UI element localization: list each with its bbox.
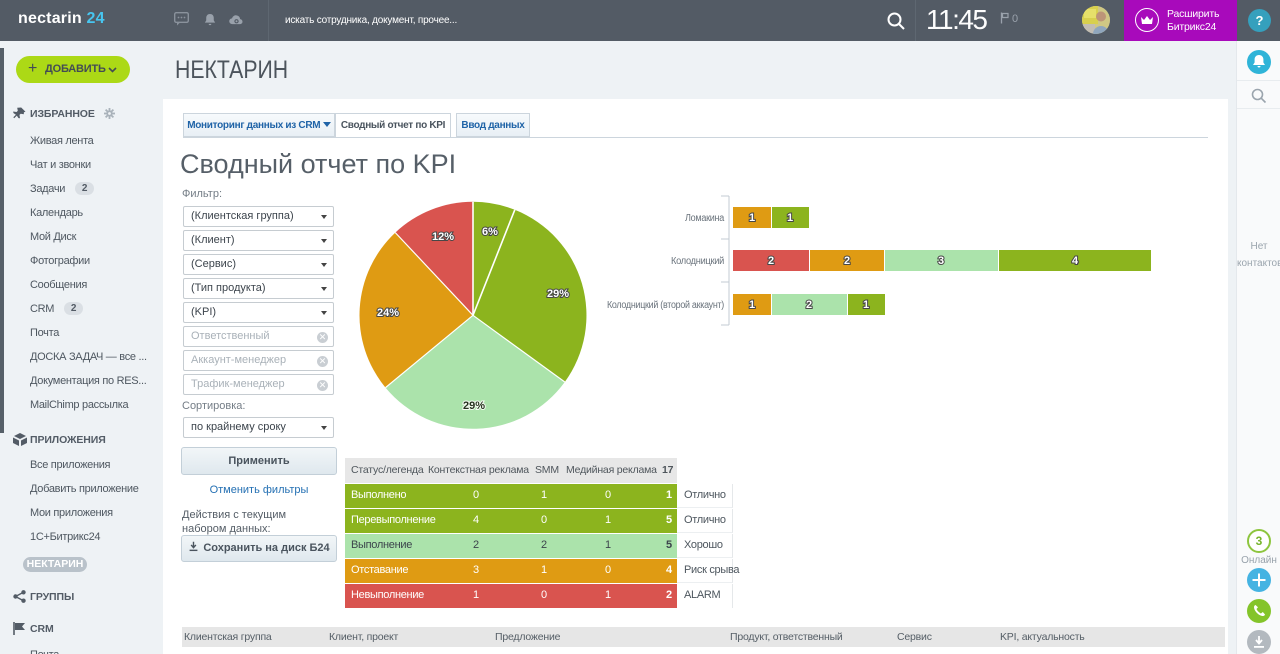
svg-text:2: 2 xyxy=(806,299,812,311)
svg-text:4: 4 xyxy=(1072,255,1079,267)
svg-text:1: 1 xyxy=(863,299,869,311)
svg-text:29%: 29% xyxy=(463,400,485,412)
svg-text:Колодницкий (второй аккаунт): Колодницкий (второй аккаунт) xyxy=(607,300,724,311)
svg-text:2: 2 xyxy=(768,255,774,267)
svg-text:12%: 12% xyxy=(432,231,454,243)
svg-text:1: 1 xyxy=(749,299,755,311)
svg-text:Ломакина: Ломакина xyxy=(685,213,725,224)
svg-text:3: 3 xyxy=(938,255,944,267)
svg-text:6%: 6% xyxy=(482,226,498,238)
svg-text:1: 1 xyxy=(749,212,755,224)
svg-text:1: 1 xyxy=(787,212,793,224)
svg-text:24%: 24% xyxy=(377,307,399,319)
svg-text:2: 2 xyxy=(844,255,850,267)
svg-text:29%: 29% xyxy=(547,288,569,300)
svg-text:Колодницкий: Колодницкий xyxy=(671,256,724,267)
